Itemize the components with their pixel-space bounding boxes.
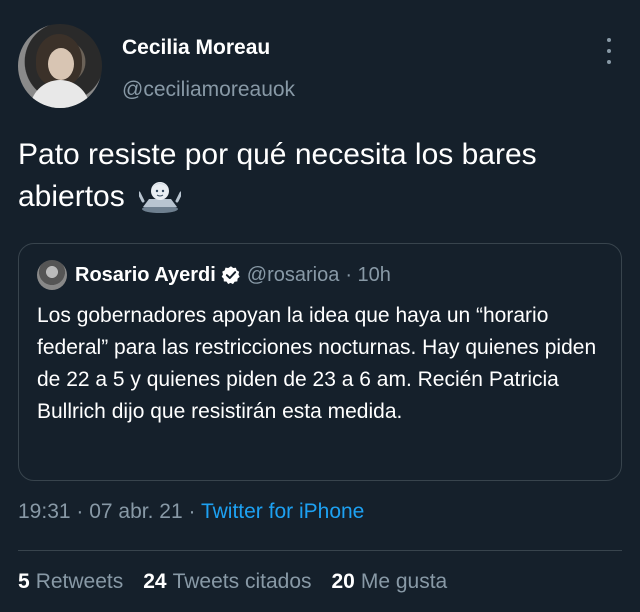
quoted-tweet[interactable]: Rosario Ayerdi @rosarioa · 10h Los gober… [18,243,622,481]
tweet-text-container: Pato resiste por qué necesita los bares … [18,134,618,218]
likes-count: 20 [331,570,355,593]
more-options-icon[interactable] [604,38,614,64]
meta-separator: · [182,500,201,523]
verified-badge-icon [221,266,240,285]
avatar-body [30,80,90,108]
avatar-face [48,48,74,80]
quoted-avatar [37,260,67,290]
tweet-source-link[interactable]: Twitter for iPhone [201,500,364,523]
author-name[interactable]: Cecilia Moreau [122,36,270,60]
retweets-stat[interactable]: 5 Retweets [18,570,123,594]
quoted-author-handle: @rosarioa [246,263,340,286]
divider [18,550,622,551]
tweet-time[interactable]: 19:31 [18,500,71,523]
meta-separator: · [70,500,90,523]
likes-label: Me gusta [360,570,448,593]
retweets-label: Retweets [35,570,124,593]
author-avatar[interactable] [18,24,102,108]
quoted-time: · 10h [345,263,391,286]
quoted-body: Los gobernadores apoyan la idea que haya… [37,304,597,423]
tweet-meta: 19:31 · 07 abr. 21 · Twitter for iPhone [18,500,364,524]
quote-tweets-label: Tweets citados [172,570,312,593]
author-handle[interactable]: @ceciliamoreauok [122,78,295,102]
tweet-text: Pato resiste por qué necesita los bares … [18,138,537,213]
tweet-date[interactable]: 07 abr. 21 [89,500,182,523]
likes-stat[interactable]: 20 Me gusta [332,570,448,594]
quote-tweets-stat[interactable]: 24 Tweets citados [143,570,311,594]
quoted-header: Rosario Ayerdi @rosarioa · 10h [37,260,603,290]
quote-tweets-count: 24 [143,570,167,593]
quoted-author-name: Rosario Ayerdi [75,263,216,286]
tweet-detail: Cecilia Moreau @ceciliamoreauok Pato res… [0,0,640,612]
tweet-header: Cecilia Moreau @ceciliamoreauok [18,24,622,110]
retweets-count: 5 [18,570,30,593]
person-shrugging-icon [139,182,182,214]
tweet-stats: 5 Retweets 24 Tweets citados 20 Me gusta [18,570,447,594]
